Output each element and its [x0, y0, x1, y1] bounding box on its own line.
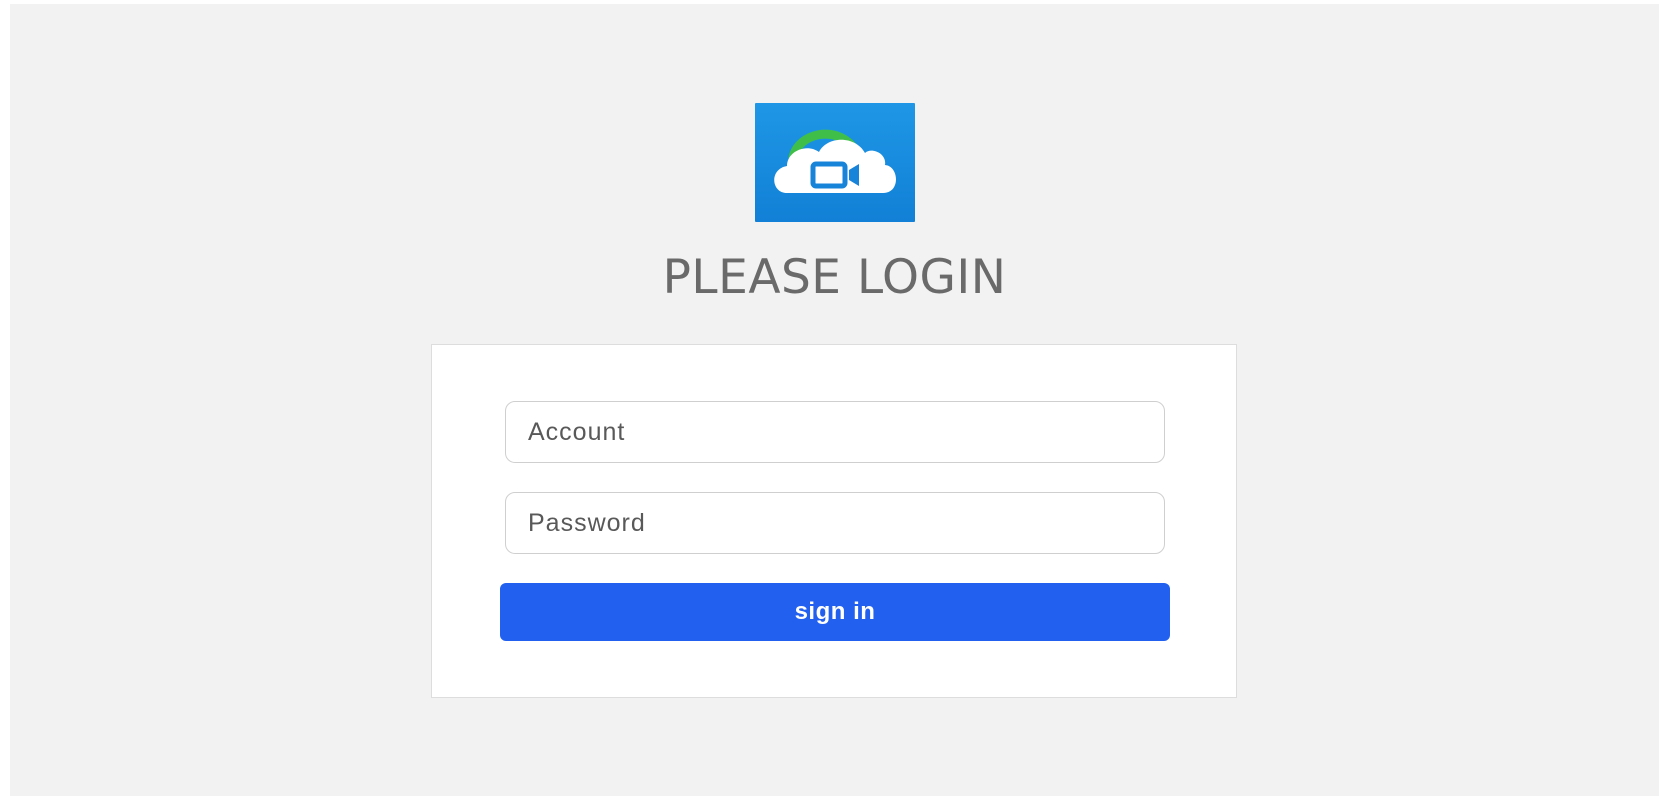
login-form-card: sign in [431, 344, 1237, 698]
password-field[interactable] [505, 492, 1165, 554]
sign-in-button[interactable]: sign in [500, 583, 1170, 641]
login-page: PLEASE LOGIN sign in [10, 4, 1659, 796]
cloud-video-camera-icon [755, 103, 915, 222]
page-title: PLEASE LOGIN [662, 250, 1007, 305]
account-field[interactable] [505, 401, 1165, 463]
